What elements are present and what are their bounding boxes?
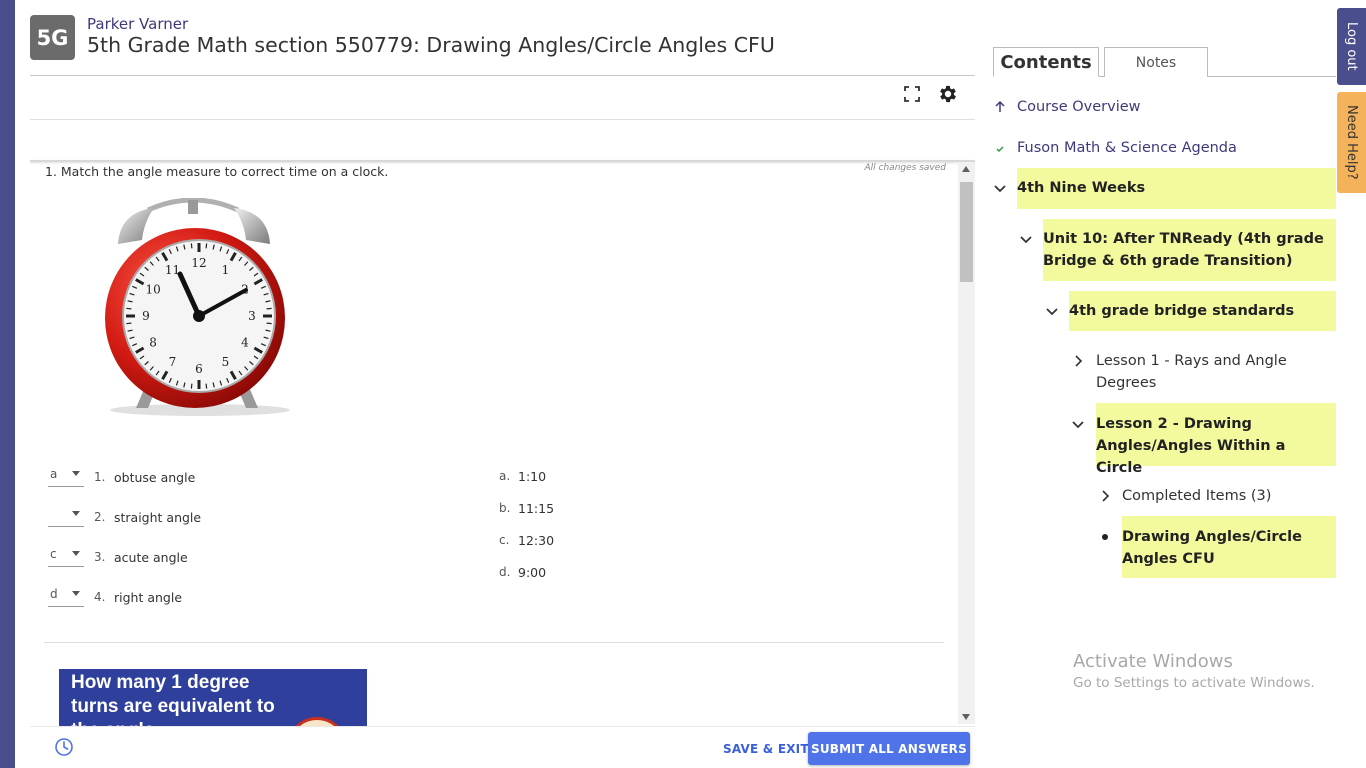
- tab-notes[interactable]: Notes: [1104, 47, 1208, 77]
- scroll-up-icon[interactable]: [962, 166, 970, 172]
- clock-tick: [266, 307, 272, 310]
- term-number: 3.: [94, 550, 106, 564]
- answer-select-1[interactable]: a: [48, 467, 84, 487]
- save-exit-button[interactable]: SAVE & EXIT: [723, 742, 809, 756]
- chevron-down-icon: [72, 591, 80, 596]
- match-row-1: a 1. obtuse angle: [48, 465, 195, 489]
- clock-tick: [126, 307, 132, 310]
- left-accent-bar: [0, 0, 15, 768]
- question-divider: [44, 642, 944, 643]
- term-number: 2.: [94, 510, 106, 524]
- answer-choice-a: a. 1:10: [499, 469, 546, 484]
- clock-tick: [205, 243, 208, 249]
- answer-select-2[interactable]: [48, 507, 84, 527]
- clock-tick: [126, 322, 132, 325]
- sidebar-item-course-overview[interactable]: Course Overview: [1017, 96, 1141, 118]
- answer-choice-b: b. 11:15: [499, 501, 554, 516]
- student-name: Parker Varner: [87, 15, 189, 33]
- clock-numeral: 3: [248, 309, 256, 323]
- footer-bar: SAVE & EXIT SUBMIT ALL ANSWERS: [30, 726, 975, 768]
- choice-letter: c.: [499, 533, 510, 547]
- arrow-up-icon: [995, 100, 1005, 112]
- match-row-4: d 4. right angle: [48, 585, 182, 609]
- fullscreen-icon[interactable]: [904, 86, 920, 107]
- sidebar-item-bridge-standards[interactable]: 4th grade bridge standards: [1069, 291, 1336, 331]
- gear-icon[interactable]: [937, 83, 959, 110]
- chevron-down-icon: [72, 551, 80, 556]
- chevron-down-icon[interactable]: [1019, 233, 1033, 247]
- chevron-down-icon: [72, 511, 80, 516]
- chevron-down-icon: [72, 471, 80, 476]
- watermark-line-1: Activate Windows: [1073, 651, 1233, 672]
- answer-select-3[interactable]: c: [48, 547, 84, 567]
- term-number: 4.: [94, 590, 106, 604]
- sidebar-item-4th-nine-weeks[interactable]: 4th Nine Weeks: [1017, 168, 1336, 209]
- question-panel: 1. Match the angle measure to correct ti…: [30, 162, 958, 726]
- choice-letter: a.: [499, 469, 511, 483]
- clock-numeral: 1: [222, 263, 230, 277]
- choice-letter: b.: [499, 501, 511, 515]
- alarm-clock-image: 121234567891011: [105, 198, 290, 416]
- save-status: All changes saved: [864, 163, 946, 173]
- question-2-image: How many 1 degree turns are equivalent t…: [59, 669, 367, 726]
- toolbar-divider: [30, 119, 975, 120]
- choice-text: 12:30: [518, 533, 555, 548]
- checkmark-icon: [996, 146, 1004, 153]
- sidebar-item-current-cfu[interactable]: Drawing Angles/Circle Angles CFU: [1122, 516, 1336, 578]
- clock-numeral: 7: [169, 355, 177, 369]
- term-text: obtuse angle: [114, 469, 196, 485]
- answer-choice-d: d. 9:00: [499, 565, 546, 580]
- need-help-tab[interactable]: Need Help?: [1337, 92, 1366, 193]
- choice-text: 1:10: [518, 469, 547, 484]
- activate-windows-watermark: Activate Windows Go to Settings to activ…: [1073, 651, 1315, 691]
- clock-numeral: 8: [149, 336, 157, 350]
- watermark-line-2: Go to Settings to activate Windows.: [1073, 675, 1315, 691]
- term-text: straight angle: [114, 509, 202, 525]
- clock-numeral: 5: [222, 355, 230, 369]
- answer-choice-c: c. 12:30: [499, 533, 554, 548]
- history-clock-icon[interactable]: [54, 737, 74, 762]
- sidebar-item-lesson-1[interactable]: Lesson 1 - Rays and Angle Degrees: [1096, 350, 1316, 394]
- scroll-down-icon[interactable]: [962, 714, 970, 720]
- sidebar-item-lesson-2[interactable]: Lesson 2 - Drawing Angles/Angles Within …: [1096, 403, 1336, 476]
- page-title: 5th Grade Math section 550779: Drawing A…: [87, 33, 775, 57]
- tab-contents[interactable]: Contents: [993, 47, 1099, 77]
- content-scrollbar[interactable]: [958, 162, 975, 724]
- question-prompt: 1. Match the angle measure to correct ti…: [45, 164, 389, 179]
- chevron-down-icon[interactable]: [993, 182, 1007, 196]
- sidebar-item-completed-items[interactable]: Completed Items (3): [1122, 485, 1271, 507]
- term-text: acute angle: [114, 549, 188, 565]
- chevron-right-icon[interactable]: [1071, 354, 1085, 368]
- sidebar-tabs: Contents Notes: [993, 47, 1336, 77]
- match-row-2: 2. straight angle: [48, 505, 201, 529]
- clock-numeral: 9: [142, 309, 150, 323]
- scroll-thumb[interactable]: [960, 182, 973, 282]
- term-text: right angle: [114, 589, 183, 605]
- sidebar-item-agenda[interactable]: Fuson Math & Science Agenda: [1017, 137, 1237, 159]
- chevron-right-icon[interactable]: [1098, 489, 1112, 503]
- clock-tick: [266, 322, 272, 325]
- bullet-icon: [1102, 534, 1108, 540]
- term-number: 1.: [94, 470, 106, 484]
- match-row-3: c 3. acute angle: [48, 545, 188, 569]
- logout-tab[interactable]: Log out: [1337, 8, 1366, 85]
- chevron-down-icon[interactable]: [1071, 418, 1085, 432]
- clock-numeral: 6: [195, 362, 203, 376]
- choice-text: 9:00: [518, 565, 547, 580]
- submit-all-answers-button[interactable]: SUBMIT ALL ANSWERS: [808, 732, 970, 765]
- clock-numeral: 10: [145, 283, 160, 297]
- clock-numeral: 4: [241, 336, 249, 350]
- answer-select-4[interactable]: d: [48, 587, 84, 607]
- header-divider: [30, 75, 975, 76]
- clock-tick: [205, 383, 208, 389]
- clock-tick: [190, 243, 193, 249]
- choice-text: 11:15: [518, 501, 555, 516]
- choice-letter: d.: [499, 565, 511, 579]
- chevron-down-icon[interactable]: [1045, 305, 1059, 319]
- clock-tick: [190, 383, 193, 389]
- sidebar-item-unit-10[interactable]: Unit 10: After TNReady (4th grade Bridge…: [1043, 219, 1336, 281]
- course-badge: 5G: [30, 15, 75, 60]
- clock-numeral: 12: [191, 256, 206, 270]
- question-2-image-text: How many 1 degree turns are equivalent t…: [71, 672, 275, 726]
